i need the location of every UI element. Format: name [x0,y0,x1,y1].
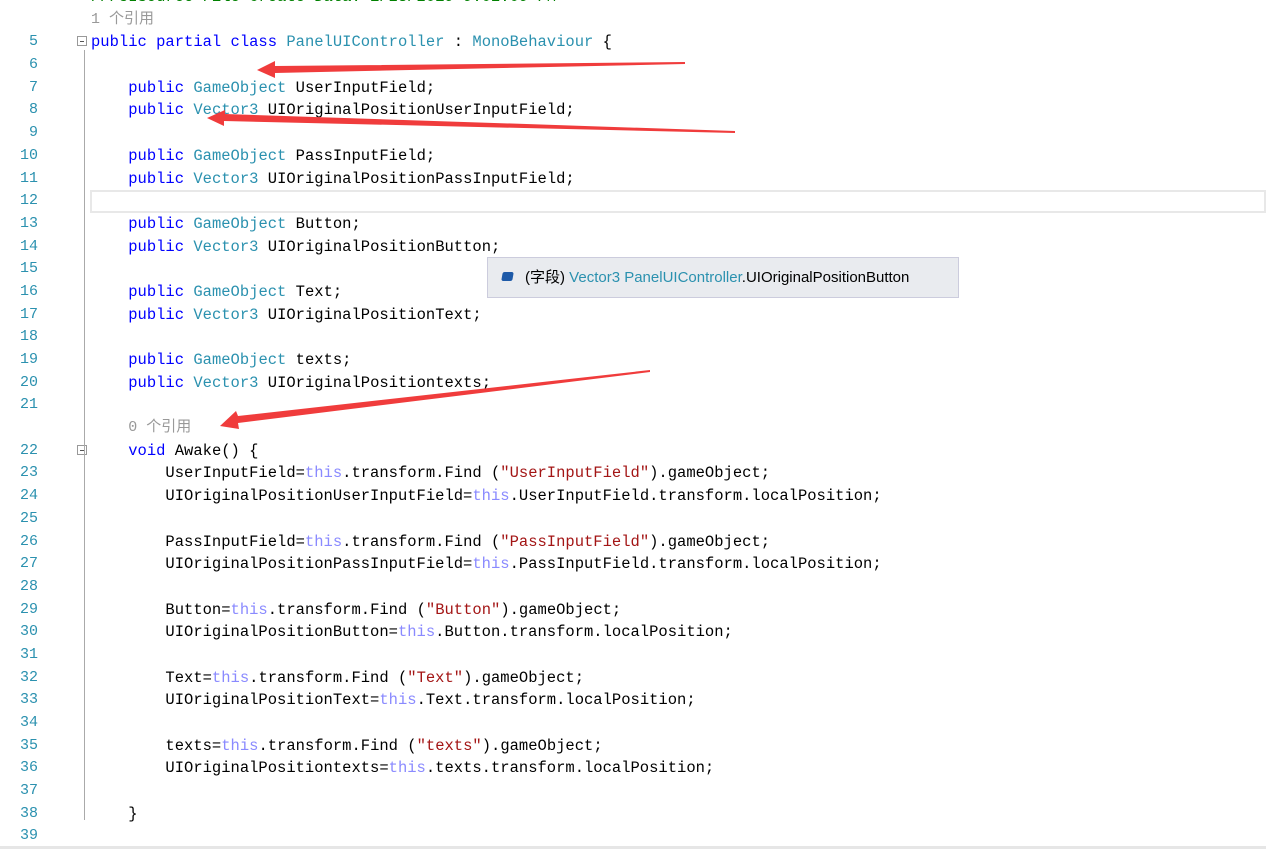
red-arrow-2 [207,110,735,133]
red-arrow-3 [220,370,650,429]
red-arrow-1 [257,61,685,78]
annotation-arrows [207,61,735,429]
